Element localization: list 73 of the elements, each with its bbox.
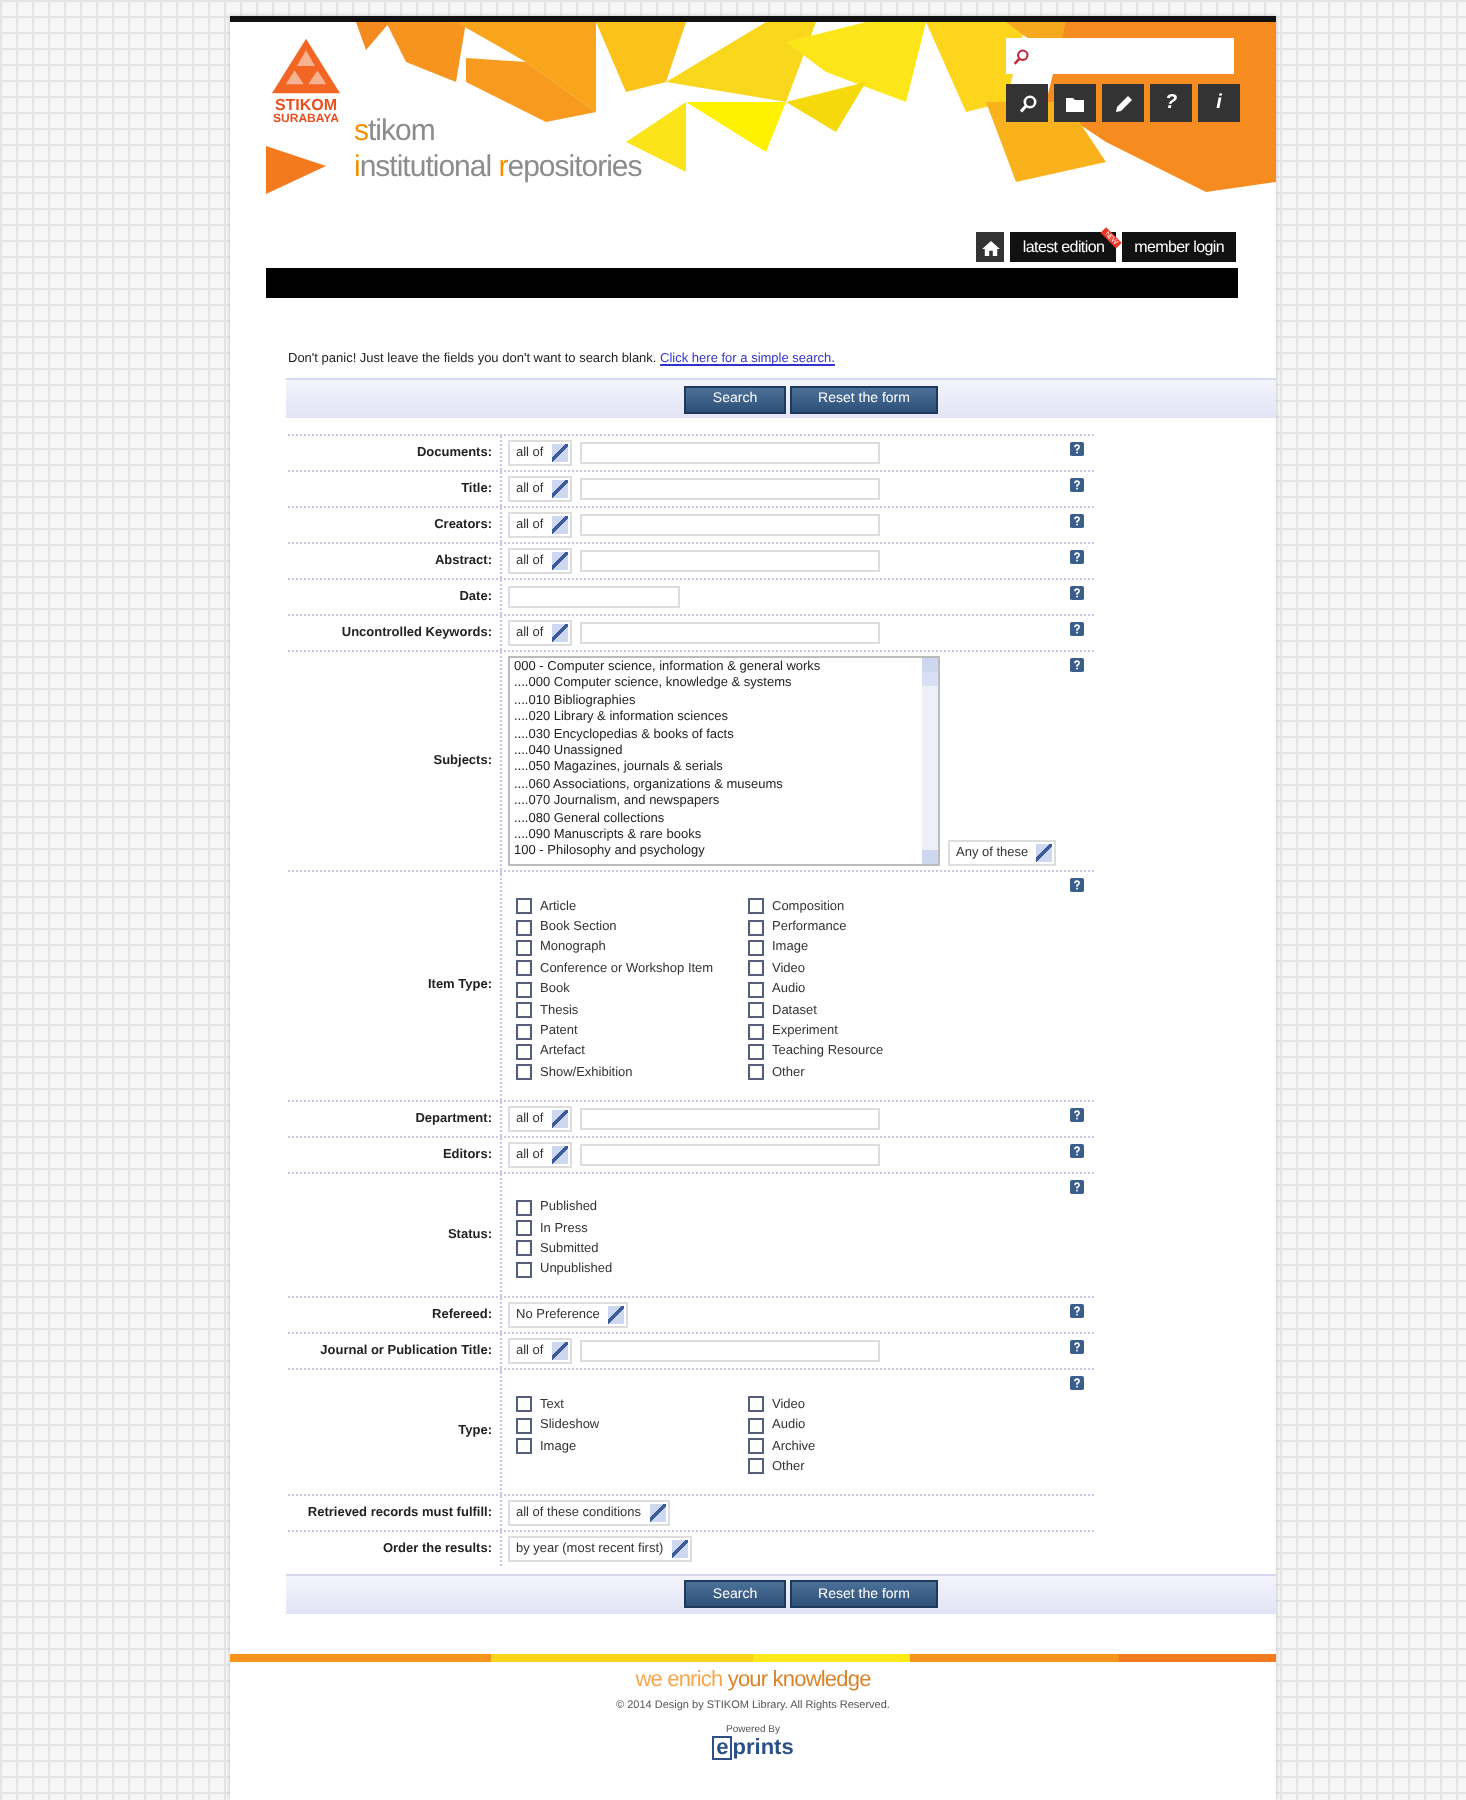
text-input[interactable] [579,550,880,572]
checkbox[interactable] [516,1002,532,1019]
checkbox[interactable] [516,1220,532,1237]
checkbox[interactable] [516,960,532,977]
checkbox[interactable] [516,1064,532,1081]
toolbar-button[interactable]: ? [1150,84,1192,122]
help-icon[interactable] [1070,1340,1084,1355]
home-button[interactable] [976,232,1005,262]
stacked-blocks-logo-icon [272,34,340,98]
checkbox[interactable] [748,1438,764,1455]
help-icon[interactable] [1070,878,1084,892]
checkbox[interactable] [516,981,532,998]
text-input[interactable] [579,622,880,644]
help-icon[interactable] [1070,1179,1084,1194]
home-icon [981,239,1000,255]
site-title: stikom [354,114,437,150]
checkbox[interactable] [748,1396,764,1413]
toolbar-button[interactable]: i [1198,84,1240,122]
checkbox[interactable] [748,939,764,956]
checkbox[interactable] [748,1417,764,1434]
date-input[interactable] [508,586,680,608]
help-icon[interactable] [1070,1107,1084,1122]
eprints-logo[interactable]: eprints [703,1735,803,1760]
search-icon [1017,93,1037,113]
search-field[interactable] [1006,38,1234,74]
checkbox[interactable] [516,1261,532,1278]
folder-icon [1065,93,1085,113]
help-icon[interactable] [1070,658,1084,672]
logo-text: STIKOM [274,98,338,114]
checkbox[interactable] [748,1064,764,1081]
search-icon [1012,47,1030,65]
checkbox[interactable] [748,898,764,915]
help-icon[interactable] [1070,1304,1084,1319]
footer-tagline: we enrich your knowledge [633,1667,873,1692]
text-input[interactable] [579,514,880,536]
help-icon[interactable] [1070,586,1084,600]
scrollbar[interactable] [922,658,938,864]
checkbox[interactable] [516,1438,532,1455]
text-input[interactable] [579,442,880,464]
checkbox[interactable] [516,919,532,936]
help-icon[interactable] [1070,550,1084,564]
text-input[interactable] [579,1143,880,1166]
checkbox[interactable] [516,1396,532,1413]
browse-button[interactable] [1054,84,1096,122]
help-icon[interactable] [1070,1376,1084,1391]
text-input[interactable] [579,1107,880,1130]
checkbox[interactable] [748,1458,764,1475]
site-title: institutional repositories [354,150,642,186]
text-input[interactable] [579,1340,880,1363]
checkbox[interactable] [516,939,532,956]
checkbox[interactable] [748,1023,764,1040]
help-icon[interactable] [1070,622,1084,636]
checkbox[interactable] [748,981,764,998]
checkbox[interactable] [748,1002,764,1019]
checkbox[interactable] [748,960,764,977]
help-icon[interactable] [1070,1143,1084,1158]
search-button[interactable] [1006,84,1048,122]
checkbox[interactable] [516,1043,532,1060]
deposit-button[interactable] [1102,84,1144,122]
pencil-icon [1113,93,1133,113]
text-input[interactable] [579,478,880,500]
help-icon[interactable] [1070,442,1084,456]
checkbox[interactable] [516,1417,532,1434]
help-icon[interactable] [1070,478,1084,492]
checkbox[interactable] [516,898,532,915]
checkbox[interactable] [516,1023,532,1040]
help-icon[interactable] [1070,514,1084,528]
checkbox[interactable] [516,1199,532,1216]
checkbox[interactable] [748,1043,764,1060]
checkbox[interactable] [748,919,764,936]
nav-link[interactable]: member login [1122,232,1236,262]
checkbox[interactable] [516,1240,532,1257]
subjects-listbox[interactable] [508,656,940,866]
